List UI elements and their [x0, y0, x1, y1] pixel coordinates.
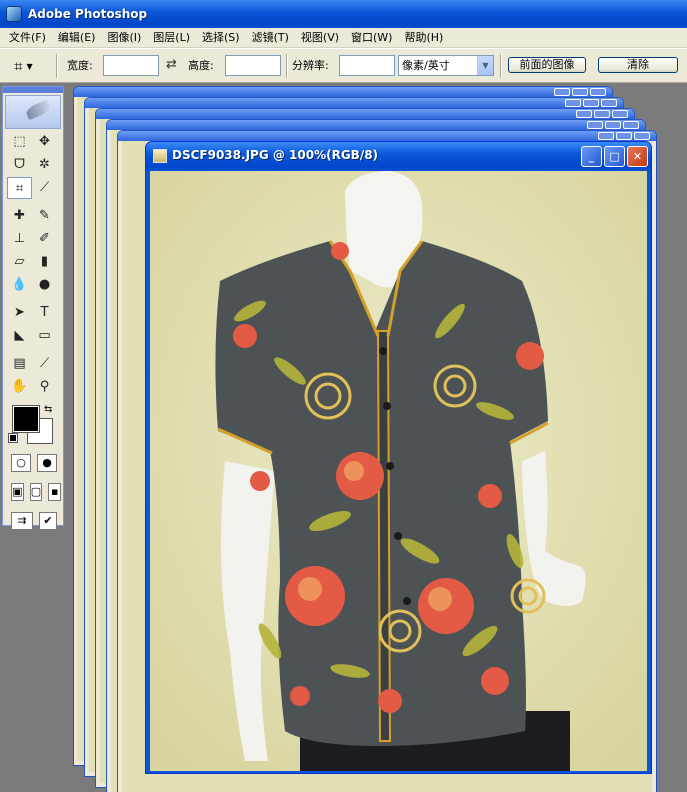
menu-view[interactable]: 视图(V)	[295, 29, 345, 47]
stamp-icon[interactable]: ⊥	[7, 228, 32, 250]
options-separator	[286, 54, 288, 78]
screen-mode-full-menu-icon[interactable]: ▢	[29, 483, 43, 501]
crop-icon: ⌗	[14, 57, 23, 75]
crop-icon[interactable]: ⌗	[7, 177, 32, 199]
maximize-button[interactable]: □	[604, 146, 625, 167]
edit-icon[interactable]: ✔	[39, 512, 57, 530]
swap-colors-icon[interactable]: ⇆	[44, 404, 52, 415]
dodge-icon[interactable]: ●	[32, 274, 57, 296]
width-input[interactable]	[103, 55, 159, 76]
resolution-input[interactable]	[339, 55, 395, 76]
blur-icon[interactable]: 💧	[7, 274, 32, 296]
options-separator	[56, 54, 58, 78]
feather-icon	[24, 99, 52, 121]
menu-help[interactable]: 帮助(H)	[398, 29, 449, 47]
document-title-bar[interactable]: DSCF9038.JPG @ 100%(RGB/8) _ □ ✕	[146, 142, 651, 171]
pen-icon[interactable]: ◣	[7, 325, 32, 347]
menu-bar: 文件(F) 编辑(E) 图像(I) 图层(L) 选择(S) 滤镜(T) 视图(V…	[0, 28, 687, 48]
zoom-icon[interactable]: ⚲	[32, 376, 57, 398]
shape-icon[interactable]: ▭	[32, 325, 57, 347]
marquee-icon[interactable]: ⬚	[7, 131, 32, 153]
type-icon[interactable]: T	[32, 302, 57, 324]
tool-preset-picker[interactable]: ⌗ ▼	[14, 57, 46, 75]
tools-grid: ⬚ ✥ ᗜ ✲ ⌗ ⟋ ✚ ✎ ⊥ ✐ ▱ ▮ 💧 ● ➤ T ◣ ▭ ▤ ⟋ …	[7, 131, 62, 533]
height-label: 高度:	[188, 59, 214, 72]
menu-file[interactable]: 文件(F)	[3, 29, 52, 47]
photo-blouse-on-mannequin	[150, 171, 647, 771]
menu-filter[interactable]: 滤镜(T)	[246, 29, 295, 47]
brush-icon[interactable]: ✎	[32, 205, 57, 227]
resolution-unit-value: 像素/英寸	[402, 59, 450, 72]
screen-mode-full-icon[interactable]: ▪	[48, 483, 62, 501]
toolbox-grip[interactable]	[3, 87, 63, 93]
menu-window[interactable]: 窗口(W)	[345, 29, 398, 47]
clear-button[interactable]: 清除	[598, 57, 678, 73]
eraser-icon[interactable]: ▱	[7, 251, 32, 273]
photoshop-icon	[6, 6, 22, 22]
standard-mode-icon[interactable]: ○	[11, 454, 31, 472]
hand-icon[interactable]: ✋	[7, 376, 32, 398]
front-image-button[interactable]: 前面的图像	[508, 57, 586, 73]
foreground-color-swatch[interactable]	[12, 405, 40, 433]
menu-edit[interactable]: 编辑(E)	[52, 29, 102, 47]
options-separator	[500, 54, 502, 78]
chevron-down-icon: ▼	[477, 56, 493, 75]
eyedropper-icon[interactable]: ⟋	[32, 353, 57, 375]
menu-select[interactable]: 选择(S)	[196, 29, 246, 47]
minimize-button[interactable]: _	[581, 146, 602, 167]
close-button[interactable]: ✕	[627, 146, 648, 167]
app-title-bar[interactable]: Adobe Photoshop	[0, 0, 687, 28]
history-brush-icon[interactable]: ✐	[32, 228, 57, 250]
chevron-down-icon: ▼	[26, 61, 33, 71]
options-bar: ⌗ ▼ 宽度: ⇄ 高度: 分辨率: 像素/英寸 ▼ 前面的图像 清除	[0, 48, 687, 83]
toolbox: ⬚ ✥ ᗜ ✲ ⌗ ⟋ ✚ ✎ ⊥ ✐ ▱ ▮ 💧 ● ➤ T ◣ ▭ ▤ ⟋ …	[2, 86, 64, 530]
document-title: DSCF9038.JPG @ 100%(RGB/8)	[172, 148, 379, 162]
default-colors-icon[interactable]	[8, 433, 18, 443]
notes-icon[interactable]: ▤	[7, 353, 32, 375]
document-window[interactable]: DSCF9038.JPG @ 100%(RGB/8) _ □ ✕	[145, 141, 652, 774]
swap-icon[interactable]: ⇄	[166, 58, 177, 72]
path-select-icon[interactable]: ➤	[7, 302, 32, 324]
magic-wand-icon[interactable]: ✲	[32, 154, 57, 176]
width-label: 宽度:	[67, 59, 93, 72]
color-swatches: ⇆	[7, 404, 61, 446]
document-icon	[153, 149, 167, 163]
gradient-icon[interactable]: ▮	[32, 251, 57, 273]
menu-image[interactable]: 图像(I)	[101, 29, 147, 47]
slice-icon[interactable]: ⟋	[32, 177, 57, 199]
image-canvas[interactable]	[150, 171, 647, 771]
resolution-unit-select[interactable]: 像素/英寸 ▼	[398, 55, 494, 76]
jump-to-imageready-icon[interactable]: ⇉	[11, 512, 33, 530]
height-input[interactable]	[225, 55, 281, 76]
heal-icon[interactable]: ✚	[7, 205, 32, 227]
menu-layer[interactable]: 图层(L)	[147, 29, 196, 47]
screen-mode-standard-icon[interactable]: ▣	[11, 483, 24, 501]
lasso-icon[interactable]: ᗜ	[7, 154, 32, 176]
app-title: Adobe Photoshop	[28, 7, 148, 21]
move-icon[interactable]: ✥	[32, 131, 57, 153]
adobe-online-button[interactable]	[5, 95, 61, 129]
quick-mask-icon[interactable]: ●	[37, 454, 57, 472]
resolution-label: 分辨率:	[292, 59, 329, 72]
